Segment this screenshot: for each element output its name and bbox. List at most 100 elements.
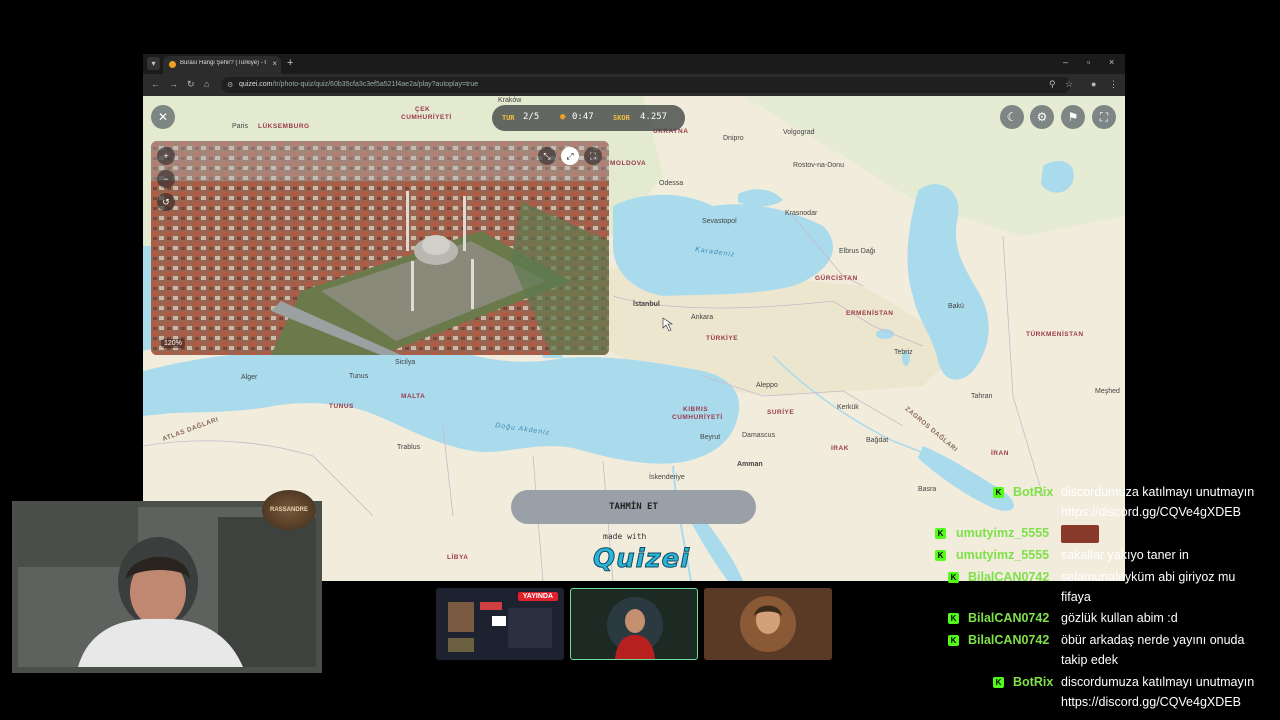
quizei-logo[interactable]: Quizei: [592, 544, 690, 575]
reset-icon: ↺: [162, 197, 170, 207]
forward-icon[interactable]: →: [169, 79, 178, 89]
map-label-malta: MALTA: [401, 393, 426, 400]
photo-zoom-level: 120%: [161, 339, 185, 348]
chat-username[interactable]: BilalCAN0742: [968, 570, 1049, 584]
zoom-icon[interactable]: ⚲: [1049, 79, 1056, 90]
map-label-moldova: MOLDOVA: [610, 160, 647, 167]
tab-search-button[interactable]: ▾: [147, 57, 160, 70]
zoom-in-icon: +: [163, 151, 169, 161]
map-label-gurcistan: GÜRCİSTAN: [815, 275, 858, 282]
zoom-in-button[interactable]: +: [157, 147, 175, 165]
map-label-kibris2: CUMHURİYETİ: [672, 414, 723, 421]
kick-icon: K: [993, 677, 1004, 688]
round-label: TUR: [502, 114, 515, 122]
flag-icon: ⚑: [1067, 110, 1079, 124]
map-label-odessa: Odessa: [659, 180, 684, 187]
map-label-libya: LİBYA: [447, 554, 469, 561]
map-label-alger: Alger: [241, 374, 258, 381]
reload-icon[interactable]: ↻: [187, 79, 195, 90]
map-label-kibris: KIBRIS: [683, 406, 709, 413]
minimize-button[interactable]: –: [1063, 57, 1068, 67]
kick-icon: K: [948, 613, 959, 624]
moon-icon: ☾: [1006, 110, 1018, 124]
map-label-sevastopol: Sevastopol: [702, 218, 737, 225]
site-info-icon[interactable]: ⚙: [227, 81, 233, 89]
url-path: /tr/photo-quiz/quiz/60b35cfa3c3ef5a521f4…: [272, 81, 479, 88]
zoom-out-button[interactable]: −: [157, 170, 175, 188]
photo-fullscreen-button[interactable]: ⛶: [584, 147, 602, 165]
made-with-text: made with: [603, 532, 647, 541]
profile-icon[interactable]: ●: [1091, 79, 1096, 89]
kick-icon: K: [948, 572, 959, 583]
chat-username[interactable]: umutyimz_5555: [956, 526, 1049, 540]
tab-close-icon[interactable]: ×: [272, 59, 277, 68]
map-label-aleppo: Aleppo: [756, 382, 778, 389]
map-label-iran: İRAN: [991, 450, 1009, 457]
thumbnail-game[interactable]: YAYINDA: [436, 588, 564, 660]
map-label-suriye: SURİYE: [767, 409, 795, 416]
map-label-trablus: Trablus: [397, 444, 421, 451]
thumbnail-player-image: [607, 597, 663, 659]
new-tab-button[interactable]: +: [287, 57, 293, 69]
live-badge: YAYINDA: [517, 592, 558, 601]
map-label-kerkuk: Kerkük: [837, 404, 859, 411]
quiz-photo[interactable]: + − ↺ ⤡ ⤢ ⛶ 120%: [151, 141, 609, 355]
map-label-volgograd: Volgograd: [783, 129, 815, 136]
fullscreen-button[interactable]: ⛶: [1092, 105, 1116, 129]
map-label-basra: Basra: [918, 486, 937, 493]
fullscreen-icon: ⛶: [1099, 110, 1109, 124]
dark-mode-button[interactable]: ☾: [1000, 105, 1024, 129]
kick-icon: K: [935, 528, 946, 539]
home-icon[interactable]: ⌂: [204, 79, 209, 89]
chat-username[interactable]: BilalCAN0742: [968, 633, 1049, 647]
window-close-button[interactable]: ×: [1109, 57, 1114, 67]
time-value: 0:47: [572, 112, 594, 122]
score-label: SKOR: [613, 114, 630, 122]
kick-icon: K: [935, 550, 946, 561]
guess-button[interactable]: TAHMİN ET: [511, 490, 756, 524]
map-label-cek2: CUMHURİYETİ: [401, 114, 452, 121]
report-button[interactable]: ⚑: [1061, 105, 1085, 129]
restore-button[interactable]: ▫: [1087, 57, 1090, 67]
tab-title: Burası Hangi Şehir? (Türkiye) - Q: [180, 60, 266, 66]
url-input[interactable]: ⚙ quizei.com/tr/photo-quiz/quiz/60b35cfa…: [221, 77, 1071, 93]
settings-button[interactable]: ⚙: [1030, 105, 1054, 129]
mosque-aerial-image: [151, 141, 609, 355]
reset-button[interactable]: ↺: [157, 193, 175, 211]
bookmark-star-icon[interactable]: ☆: [1065, 79, 1073, 90]
chat-message: gözlük kullan abim :d: [1061, 611, 1178, 625]
close-quiz-button[interactable]: ✕: [151, 105, 175, 129]
map-label-dnipro: Dnipro: [723, 135, 744, 142]
map-label-krakow: Kraków: [498, 97, 522, 104]
score-value: 4.257: [640, 112, 668, 122]
chat-username[interactable]: BotRix: [1013, 485, 1053, 499]
chat-message-cont: fifaya: [1061, 590, 1091, 604]
map-label-ermenistan: ERMENİSTAN: [846, 310, 894, 317]
shrink-button[interactable]: ⤡: [538, 147, 556, 165]
chat-username[interactable]: BilalCAN0742: [968, 611, 1049, 625]
map-label-tahran: Tahran: [971, 393, 993, 400]
photo-fullscreen-icon: ⛶: [589, 151, 597, 161]
back-icon[interactable]: ←: [151, 79, 160, 89]
chat-username[interactable]: umutyimz_5555: [956, 548, 1049, 562]
address-bar: ← → ↻ ⌂ ⚙ quizei.com/tr/photo-quiz/quiz/…: [143, 74, 1125, 96]
thumbnail-player[interactable]: [570, 588, 698, 660]
chat-username[interactable]: BotRix: [1013, 675, 1053, 689]
map-label-paris: Paris: [232, 123, 248, 130]
chat-message-cont: https://discord.gg/CQVe4gXDEB: [1061, 505, 1241, 519]
browser-menu-icon[interactable]: ⋮: [1109, 79, 1118, 90]
map-label-turkmenistan: TÜRKMENİSTAN: [1026, 331, 1084, 338]
map-label-elbrus: Elbrus Dağı: [839, 248, 876, 255]
chat-message-cont: https://discord.gg/CQVe4gXDEB: [1061, 695, 1241, 709]
chat-message-cont: takip edek: [1061, 653, 1118, 667]
tab-bar: ▾ Burası Hangi Şehir? (Türkiye) - Q × + …: [143, 54, 1125, 74]
thumbnail-avatar[interactable]: [704, 588, 832, 660]
map-label-tebriz: Tebriz: [894, 349, 913, 356]
round-value: 2/5: [523, 112, 540, 122]
watermark-text: RASSANDRE: [269, 507, 308, 513]
chat-message: selamunaleyküm abi giriyoz mu: [1061, 570, 1236, 584]
tab-active[interactable]: Burası Hangi Şehir? (Türkiye) - Q ×: [163, 56, 281, 74]
map-label-damascus: Damascus: [742, 432, 776, 439]
expand-button[interactable]: ⤢: [561, 147, 579, 165]
url-domain: quizei.com: [239, 81, 273, 88]
